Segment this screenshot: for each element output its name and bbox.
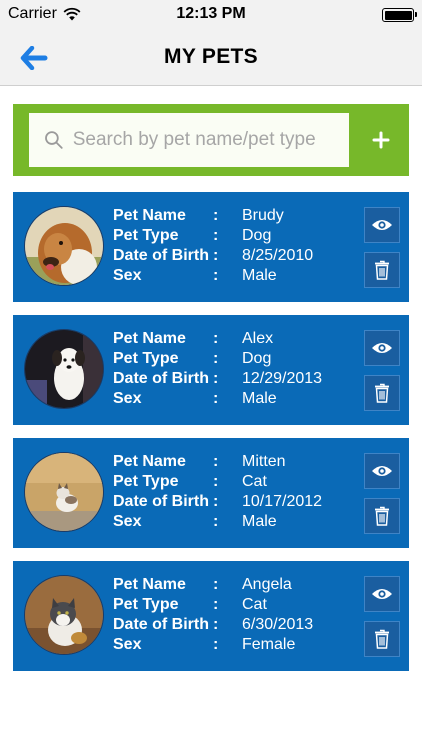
pet-name-label: Pet Name [113,330,186,347]
pet-type-label: Pet Type [113,227,179,244]
view-pet-button[interactable] [364,576,400,612]
search-input[interactable] [72,129,349,151]
pet-dob-label: Date of Birth [113,493,209,510]
pet-card: Pet Name : Angela Pet Type : Cat Date of… [13,561,409,671]
pet-type-label: Pet Type [113,350,179,367]
battery-icon [382,8,417,22]
pet-sex-value: Male [242,390,277,407]
eye-icon [372,589,392,599]
pet-sex-label: Sex [113,390,142,407]
separator: : [213,370,219,387]
separator: : [213,330,219,347]
search-field[interactable] [29,113,349,167]
pet-sex-label: Sex [113,513,142,530]
pet-name-label: Pet Name [113,453,186,470]
pet-sex-label: Sex [113,267,142,284]
status-bar: Carrier 12:13 PM [0,0,422,30]
pet-sex-value: Male [242,513,277,530]
trash-icon [375,506,389,526]
pet-type-value: Dog [242,227,272,244]
delete-pet-button[interactable] [364,498,400,534]
separator: : [213,207,219,224]
pet-type-label: Pet Type [113,473,179,490]
plus-icon [372,131,390,149]
delete-pet-button[interactable] [364,375,400,411]
trash-icon [375,629,389,649]
pet-dob-label: Date of Birth [113,247,209,264]
eye-icon [372,466,392,476]
pet-name-value: Mitten [242,453,286,470]
pet-photo [24,329,104,409]
separator: : [213,453,219,470]
pet-type-value: Cat [242,473,267,490]
view-pet-button[interactable] [364,207,400,243]
eye-icon [372,220,392,230]
delete-pet-button[interactable] [364,252,400,288]
add-pet-button[interactable] [367,126,395,154]
pet-photo [24,452,104,532]
pet-dob-label: Date of Birth [113,616,209,633]
pet-card: Pet Name : Alex Pet Type : Dog Date of B… [13,315,409,425]
separator: : [213,513,219,530]
pet-name-label: Pet Name [113,576,186,593]
separator: : [213,227,219,244]
pet-photo [24,575,104,655]
separator: : [213,596,219,613]
separator: : [213,267,219,284]
separator: : [213,390,219,407]
pet-dob-label: Date of Birth [113,370,209,387]
pet-sex-value: Male [242,267,277,284]
pet-photo [24,206,104,286]
pet-type-label: Pet Type [113,596,179,613]
pet-type-value: Cat [242,596,267,613]
pet-sex-label: Sex [113,636,142,653]
separator: : [213,636,219,653]
trash-icon [375,383,389,403]
view-pet-button[interactable] [364,453,400,489]
pet-card: Pet Name : Brudy Pet Type : Dog Date of … [13,192,409,302]
separator: : [213,576,219,593]
separator: : [213,473,219,490]
eye-icon [372,343,392,353]
pet-type-value: Dog [242,350,272,367]
separator: : [213,493,219,510]
pet-name-value: Angela [242,576,292,593]
separator: : [213,350,219,367]
clock: 12:13 PM [176,5,246,22]
view-pet-button[interactable] [364,330,400,366]
pet-name-value: Alex [242,330,274,347]
trash-icon [375,260,389,280]
pet-name-label: Pet Name [113,207,186,224]
pet-dob-value: 6/30/2013 [242,616,314,633]
pet-dob-value: 8/25/2010 [242,247,314,264]
pet-name-value: Brudy [242,207,284,224]
delete-pet-button[interactable] [364,621,400,657]
pet-dob-value: 12/29/2013 [242,370,323,387]
nav-bar: MY PETS [0,30,422,86]
separator: : [213,247,219,264]
page-title: MY PETS [164,45,258,68]
pet-dob-value: 10/17/2012 [242,493,323,510]
pet-sex-value: Female [242,636,296,653]
search-icon [45,131,63,149]
search-bar [13,104,409,176]
separator: : [213,616,219,633]
pet-card: Pet Name : Mitten Pet Type : Cat Date of… [13,438,409,548]
